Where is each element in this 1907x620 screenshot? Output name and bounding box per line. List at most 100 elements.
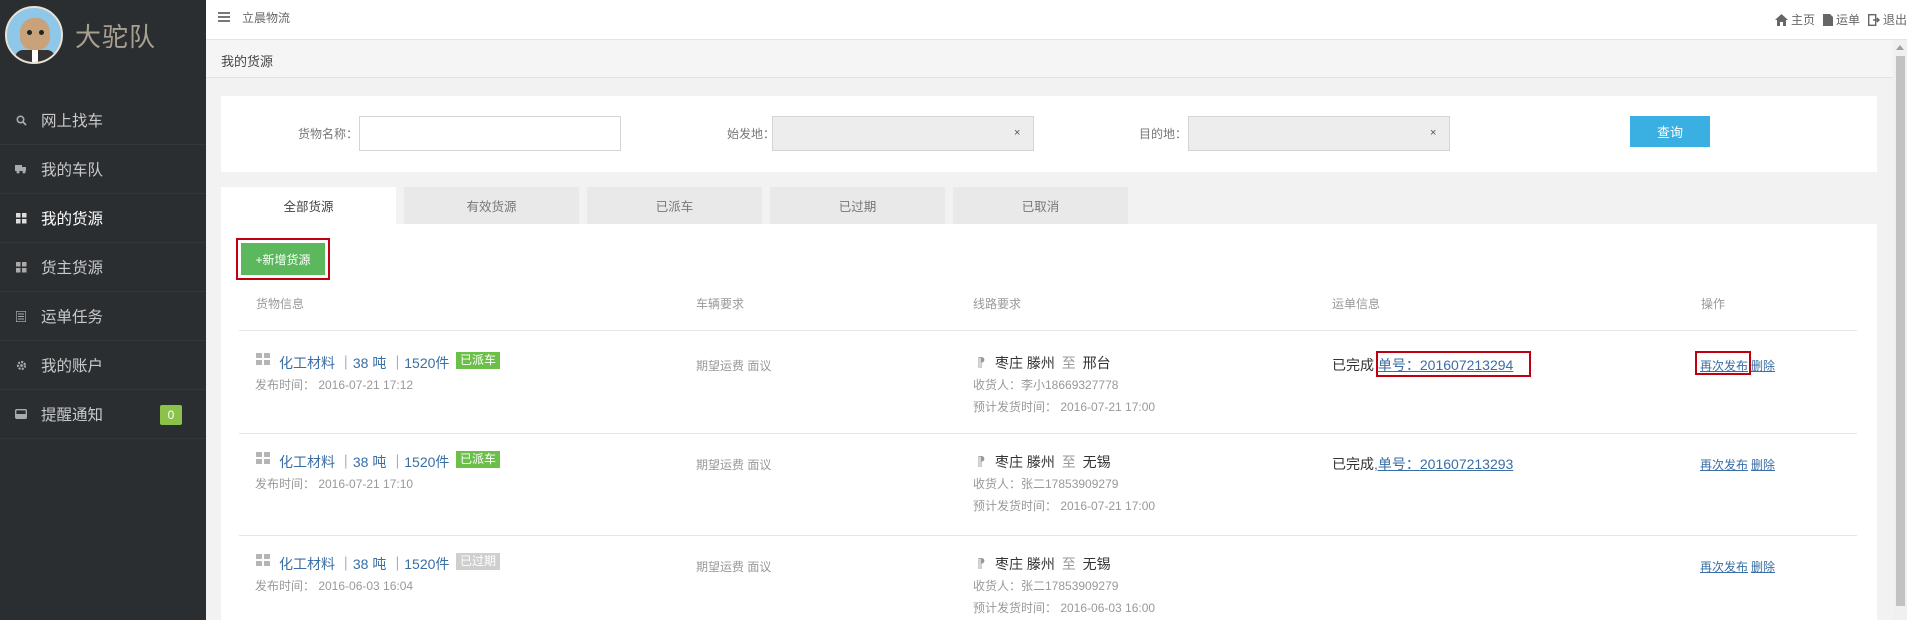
waybill-number-link[interactable]: ,单号：201607213293: [1374, 456, 1513, 472]
list-icon: [15, 310, 27, 322]
status-badge: 已派车: [456, 352, 501, 369]
route-to-word: 至: [1061, 556, 1076, 572]
origin-select[interactable]: [772, 116, 1034, 151]
cargo-list-panel: +新增货源 货物信息 车辆要求 线路要求 运单信息 操作 化工材料 ｜38 吨 …: [221, 224, 1877, 620]
top-links: 主页 运单 退出: [1774, 11, 1907, 28]
tab-expired[interactable]: 已过期: [770, 187, 945, 224]
expected-ship-time: 预计发货时间： 2016-06-03 16:00: [973, 601, 1156, 615]
cargo-tabs: 全部货源 有效货源 已派车 已过期 已取消: [221, 187, 1128, 224]
receiver: 收货人：李小18669327778: [973, 378, 1119, 392]
home-link[interactable]: 主页: [1774, 11, 1815, 28]
waybill-highlight-box: [1376, 351, 1531, 377]
route-marker-icon: ⁋: [977, 355, 986, 370]
waybill-status: 已完成: [1332, 357, 1374, 373]
waybill-status: 已完成: [1332, 456, 1374, 472]
republish-highlight-box: [1695, 351, 1751, 375]
logout-link-label: 退出: [1882, 13, 1907, 27]
route-from: 枣庄 滕州: [995, 454, 1055, 470]
sidebar-item-notifications[interactable]: 提醒通知 0: [0, 390, 206, 439]
sidebar-item-waybill-tasks[interactable]: 运单任务: [0, 292, 206, 341]
route-from: 枣庄 滕州: [995, 355, 1055, 371]
sidebar-item-label: 提醒通知: [41, 407, 104, 424]
route-from: 枣庄 滕州: [995, 556, 1055, 572]
cargo-name-label: 货物名称：: [298, 127, 359, 141]
sidebar-item-my-fleet[interactable]: 我的车队: [0, 145, 206, 194]
expected-ship-time: 预计发货时间： 2016-07-21 17:00: [973, 400, 1156, 414]
page-header: 我的货源: [206, 40, 1893, 78]
waybill-link[interactable]: 运单: [1822, 11, 1860, 28]
column-header-vehicle: 车辆要求: [696, 297, 745, 311]
vehicle-requirement: 期望运费 面议: [696, 458, 772, 472]
receiver: 收货人：张二17853909279: [973, 477, 1119, 491]
cubes-icon: [15, 212, 27, 224]
sidebar-nav: 网上找车 我的车队 我的货源 货主货源 运单任务 我的账户 提醒通知 0: [0, 96, 206, 439]
delete-link[interactable]: 删除: [1751, 357, 1775, 374]
menu-toggle-icon[interactable]: [218, 12, 230, 22]
company-title: 立晨物流: [242, 11, 291, 25]
file-icon: [1822, 13, 1833, 26]
cubes-icon: [15, 261, 27, 273]
column-header-route: 线路要求: [973, 297, 1022, 311]
cubes-icon: [256, 353, 270, 365]
cargo-name-input[interactable]: [359, 116, 621, 151]
cubes-icon: [256, 554, 270, 566]
route-marker-icon: ⁋: [977, 556, 986, 571]
logout-icon: [1867, 13, 1880, 26]
destination-select[interactable]: [1188, 116, 1450, 151]
table-row: 化工材料 ｜38 吨 ｜1520件 已派车 发布时间： 2016-07-21 1…: [221, 331, 1877, 433]
receiver: 收货人：张二17853909279: [973, 579, 1119, 593]
waybill-info: 已完成,单号：201607213293: [1332, 454, 1513, 474]
tab-cancelled[interactable]: 已取消: [953, 187, 1128, 224]
logout-link[interactable]: 退出: [1867, 11, 1907, 28]
search-icon: [15, 114, 27, 126]
status-badge: 已过期: [456, 553, 501, 570]
waybill-link-label: 运单: [1835, 13, 1860, 27]
sidebar-item-shipper-cargo[interactable]: 货主货源: [0, 243, 206, 292]
tab-valid-cargo[interactable]: 有效货源: [404, 187, 579, 224]
route: 枣庄 滕州 至 邢台: [995, 353, 1111, 373]
origin-clear-icon[interactable]: ×: [1014, 127, 1020, 139]
column-header-waybill: 运单信息: [1332, 297, 1381, 311]
cargo-name-link[interactable]: 化工材料 ｜38 吨 ｜1520件: [279, 554, 449, 574]
sidebar-item-find-vehicle[interactable]: 网上找车: [0, 96, 206, 145]
republish-link[interactable]: 再次发布: [1700, 456, 1748, 473]
delete-link[interactable]: 删除: [1751, 456, 1775, 473]
home-icon: [1774, 13, 1788, 26]
truck-icon: [15, 163, 27, 175]
vehicle-requirement: 期望运费 面议: [696, 560, 772, 574]
tab-dispatched[interactable]: 已派车: [587, 187, 762, 224]
search-panel: 货物名称： 始发地： × 目的地： × 查询: [221, 96, 1877, 172]
publish-time: 发布时间： 2016-07-21 17:12: [255, 378, 414, 392]
status-badge: 已派车: [456, 451, 501, 468]
route-marker-icon: ⁋: [977, 454, 986, 469]
vehicle-requirement: 期望运费 面议: [696, 359, 772, 373]
sidebar-item-label: 运单任务: [41, 309, 104, 326]
add-cargo-button[interactable]: +新增货源: [241, 243, 325, 275]
cargo-name-link[interactable]: 化工材料 ｜38 吨 ｜1520件: [279, 353, 449, 373]
page-title: 我的货源: [221, 54, 274, 69]
sidebar-item-label: 我的账户: [41, 358, 104, 375]
republish-link[interactable]: 再次发布: [1700, 558, 1748, 575]
route-to: 无锡: [1082, 556, 1111, 572]
avatar: [5, 6, 63, 64]
tab-all-cargo[interactable]: 全部货源: [221, 187, 396, 224]
gear-icon: [15, 359, 27, 371]
destination-label: 目的地：: [1139, 127, 1188, 141]
route-to: 无锡: [1082, 454, 1111, 470]
delete-link[interactable]: 删除: [1751, 558, 1775, 575]
sidebar: 大驼队 网上找车 我的车队 我的货源 货主货源 运单任务 我的账户 提醒通知 0: [0, 0, 206, 620]
cubes-icon: [256, 452, 270, 464]
table-row: 化工材料 ｜38 吨 ｜1520件 已过期 发布时间： 2016-06-03 1…: [221, 536, 1877, 620]
sidebar-item-my-account[interactable]: 我的账户: [0, 341, 206, 390]
sidebar-item-label: 网上找车: [41, 113, 104, 130]
publish-time: 发布时间： 2016-06-03 16:04: [255, 579, 414, 593]
scroll-up-arrow-icon[interactable]: [1896, 45, 1904, 50]
topbar: 立晨物流 主页 运单 退出: [206, 0, 1907, 40]
table-row: 化工材料 ｜38 吨 ｜1520件 已派车 发布时间： 2016-07-21 1…: [221, 434, 1877, 536]
scrollbar-thumb[interactable]: [1896, 56, 1905, 606]
sidebar-item-my-cargo[interactable]: 我的货源: [0, 194, 206, 243]
route-to-word: 至: [1061, 454, 1076, 470]
cargo-name-link[interactable]: 化工材料 ｜38 吨 ｜1520件: [279, 452, 449, 472]
destination-clear-icon[interactable]: ×: [1430, 127, 1436, 139]
query-button[interactable]: 查询: [1630, 116, 1710, 147]
